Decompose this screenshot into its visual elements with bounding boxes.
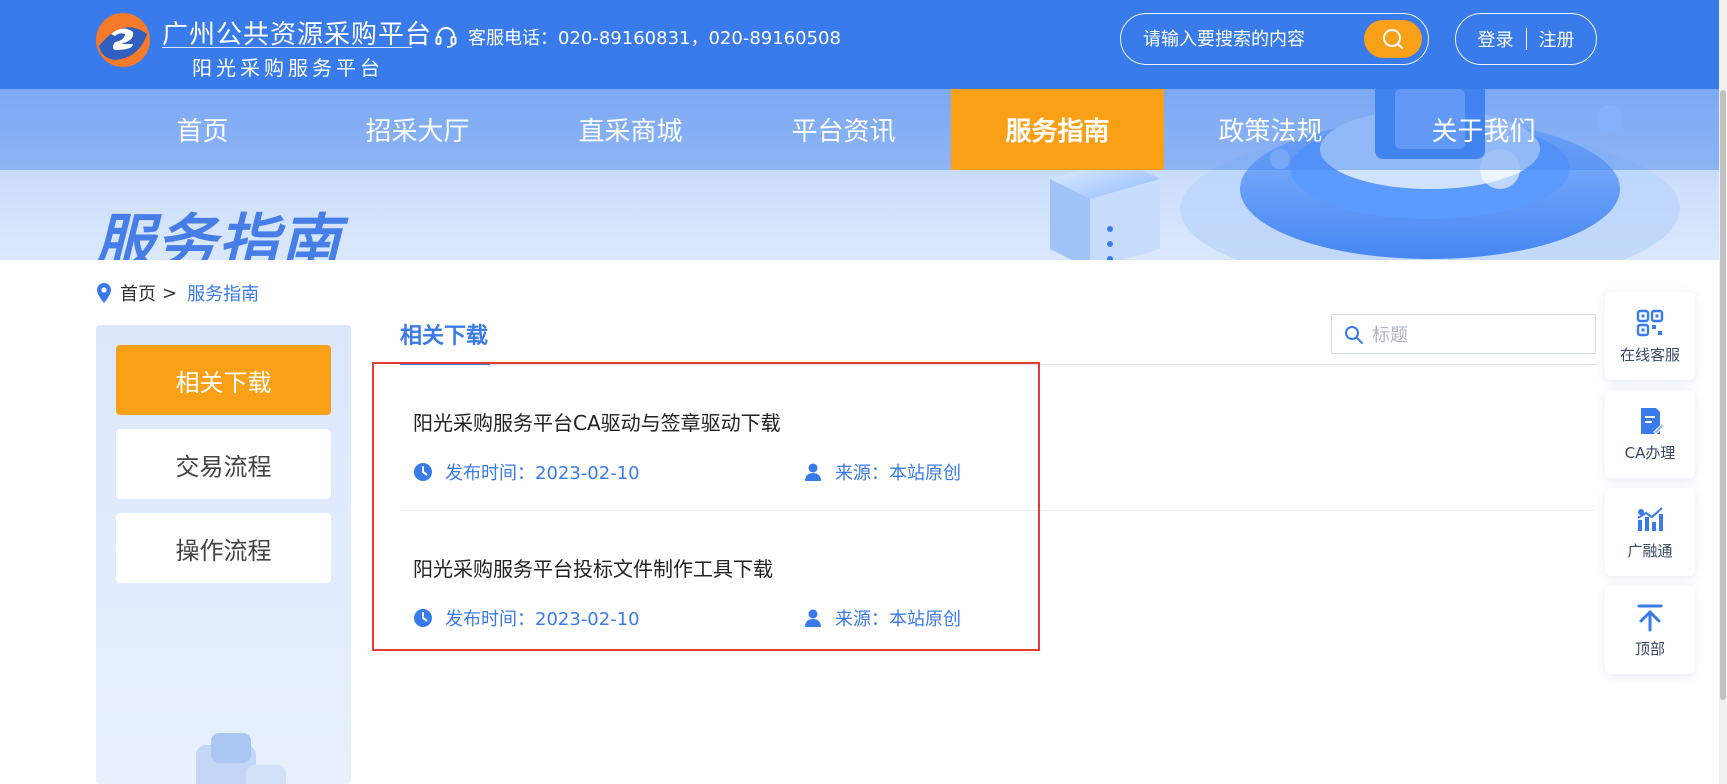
title-filter-input[interactable] [1372, 324, 1582, 346]
item-source-text: 来源：本站原创 [835, 463, 961, 484]
finance-button[interactable]: 广融通 [1605, 488, 1695, 576]
breadcrumb-home[interactable]: 首页 [120, 280, 156, 306]
breadcrumb: 首页 > 服务指南 [96, 280, 259, 306]
item-date-text: 发布时间：2023-02-10 [445, 463, 640, 484]
logo-icon[interactable] [93, 12, 153, 68]
qr-code-icon [1636, 309, 1664, 336]
breadcrumb-separator: > [162, 282, 178, 304]
sidebar-item-trade-process[interactable]: 交易流程 [116, 429, 331, 499]
header-search [1120, 13, 1429, 65]
nav-direct-mall[interactable]: 直采商城 [524, 89, 737, 170]
item-source: 来源：本站原创 [803, 605, 961, 631]
site-title[interactable]: 广州公共资源采购平台 [162, 14, 432, 51]
download-item-title[interactable]: 阳光采购服务平台CA驱动与签章驱动下载 [413, 407, 781, 436]
auth-divider [1525, 28, 1527, 50]
ca-service-label: CA办理 [1624, 443, 1676, 462]
back-to-top-button[interactable]: 顶部 [1605, 586, 1695, 674]
ca-service-button[interactable]: CA办理 [1605, 390, 1695, 478]
item-source: 来源：本站原创 [803, 459, 961, 485]
item-source-text: 来源：本站原创 [835, 609, 961, 630]
title-filter [1331, 314, 1596, 354]
register-link[interactable]: 注册 [1539, 26, 1575, 52]
search-input[interactable] [1143, 28, 1353, 50]
clock-icon [414, 609, 432, 627]
search-icon [1383, 29, 1403, 49]
location-pin-icon [97, 283, 111, 303]
top-header: 广州公共资源采购平台 阳光采购服务平台 客服电话：020-89160831，02… [0, 0, 1727, 89]
finance-label: 广融通 [1627, 541, 1673, 560]
scrollbar-thumb[interactable] [1720, 90, 1726, 700]
login-link[interactable]: 登录 [1478, 26, 1514, 52]
user-icon [805, 609, 821, 627]
sidebar-item-downloads[interactable]: 相关下载 [116, 345, 331, 415]
clock-icon [414, 463, 432, 481]
sidebar: 相关下载 交易流程 操作流程 [96, 325, 351, 784]
tab-divider [400, 364, 1596, 365]
search-icon [1345, 326, 1363, 344]
banner-title: 服务指南 [94, 208, 342, 260]
main-nav: 首页 招采大厅 直采商城 平台资讯 服务指南 政策法规 关于我们 [0, 89, 1727, 170]
nav-service-guide[interactable]: 服务指南 [951, 89, 1164, 170]
sidebar-item-operation-process[interactable]: 操作流程 [116, 513, 331, 583]
bar-chart-icon [1637, 506, 1663, 531]
nav-bidding-hall[interactable]: 招采大厅 [311, 89, 524, 170]
headset-icon [435, 27, 457, 48]
nav-about[interactable]: 关于我们 [1377, 89, 1590, 170]
item-divider [400, 510, 1596, 511]
download-item-title[interactable]: 阳光采购服务平台投标文件制作工具下载 [413, 553, 773, 582]
item-date: 发布时间：2023-02-10 [413, 459, 640, 485]
auth-box: 登录 注册 [1455, 13, 1597, 65]
document-edit-icon [1641, 407, 1665, 435]
user-icon [805, 463, 821, 481]
item-date: 发布时间：2023-02-10 [413, 605, 640, 631]
tab-downloads[interactable]: 相关下载 [400, 318, 488, 350]
search-button[interactable] [1364, 20, 1422, 58]
item-date-text: 发布时间：2023-02-10 [445, 609, 640, 630]
site-subtitle: 阳光采购服务平台 [192, 56, 384, 80]
online-service-button[interactable]: 在线客服 [1605, 292, 1695, 380]
nav-news[interactable]: 平台资讯 [737, 89, 950, 170]
service-phone: 客服电话：020-89160831，020-89160508 [468, 28, 841, 49]
sidebar-illustration [196, 733, 286, 784]
nav-home[interactable]: 首页 [96, 89, 309, 170]
online-service-label: 在线客服 [1619, 345, 1680, 364]
nav-policy[interactable]: 政策法规 [1164, 89, 1377, 170]
back-to-top-label: 顶部 [1634, 639, 1665, 658]
tab-active-underline [400, 362, 490, 365]
arrow-up-icon [1637, 604, 1663, 631]
breadcrumb-current[interactable]: 服务指南 [187, 280, 259, 306]
logo-divider [162, 47, 412, 48]
